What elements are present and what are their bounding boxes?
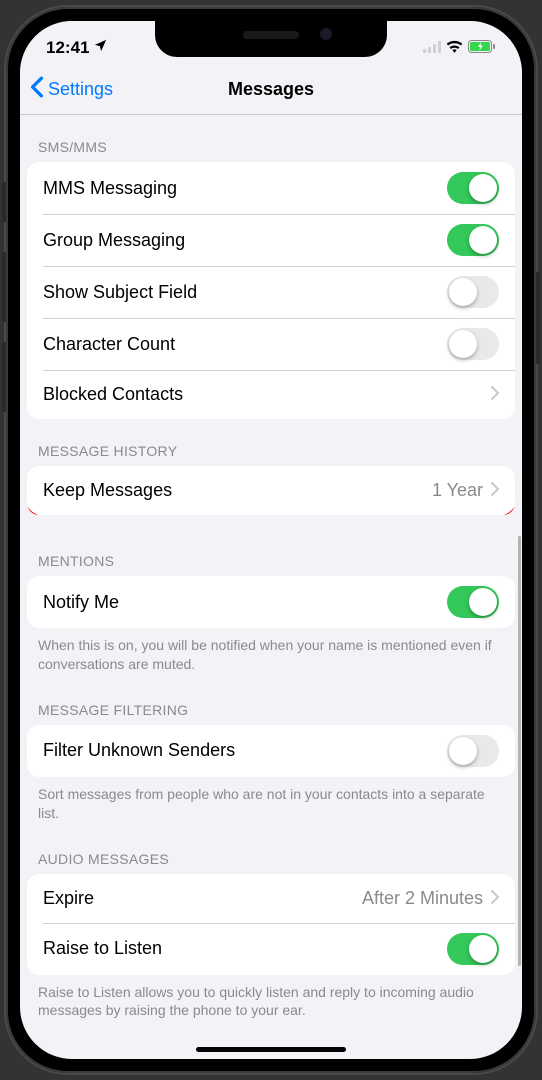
cell-label: Blocked Contacts bbox=[43, 384, 491, 405]
row-filter-unknown[interactable]: Filter Unknown Senders bbox=[27, 725, 515, 777]
cell-value: 1 Year bbox=[432, 480, 483, 501]
section-header-filtering: MESSAGE FILTERING bbox=[20, 678, 522, 725]
cell-label: Expire bbox=[43, 888, 362, 909]
section-header-mentions: MENTIONS bbox=[20, 515, 522, 576]
nav-bar: Settings Messages bbox=[20, 65, 522, 115]
back-label: Settings bbox=[48, 79, 113, 100]
cell-label: Show Subject Field bbox=[43, 282, 447, 303]
chevron-right-icon bbox=[491, 480, 499, 501]
chevron-right-icon bbox=[491, 888, 499, 909]
battery-icon bbox=[468, 38, 496, 58]
chevron-left-icon bbox=[30, 76, 44, 103]
cell-label: Keep Messages bbox=[43, 480, 432, 501]
switch-filter[interactable] bbox=[447, 735, 499, 767]
row-mms-messaging[interactable]: MMS Messaging bbox=[27, 162, 515, 214]
row-raise-to-listen[interactable]: Raise to Listen bbox=[27, 923, 515, 975]
wifi-icon bbox=[446, 38, 463, 58]
row-character-count[interactable]: Character Count bbox=[27, 318, 515, 370]
switch-char[interactable] bbox=[447, 328, 499, 360]
group-mentions: Notify Me bbox=[27, 576, 515, 628]
cell-label: Filter Unknown Senders bbox=[43, 740, 447, 761]
cell-label: Group Messaging bbox=[43, 230, 447, 251]
switch-raise[interactable] bbox=[447, 933, 499, 965]
switch-group[interactable] bbox=[447, 224, 499, 256]
section-footer-filtering: Sort messages from people who are not in… bbox=[20, 777, 522, 827]
group-sms: MMS Messaging Group Messaging Show Subje… bbox=[27, 162, 515, 419]
cell-label: Raise to Listen bbox=[43, 938, 447, 959]
screen: 12:41 Se bbox=[20, 21, 522, 1059]
switch-notify[interactable] bbox=[447, 586, 499, 618]
cell-label: Character Count bbox=[43, 334, 447, 355]
cell-value: After 2 Minutes bbox=[362, 888, 483, 909]
notch bbox=[155, 21, 387, 57]
scroll-indicator bbox=[518, 536, 521, 966]
cell-label: MMS Messaging bbox=[43, 178, 447, 199]
row-notify-me[interactable]: Notify Me bbox=[27, 576, 515, 628]
status-time: 12:41 bbox=[46, 38, 89, 58]
section-header-sms: SMS/MMS bbox=[20, 115, 522, 162]
group-filtering: Filter Unknown Senders bbox=[27, 725, 515, 777]
section-header-history: MESSAGE HISTORY bbox=[20, 419, 522, 466]
section-header-audio: AUDIO MESSAGES bbox=[20, 827, 522, 874]
signal-icon bbox=[423, 38, 441, 58]
group-audio: Expire After 2 Minutes Raise to Listen bbox=[27, 874, 515, 975]
section-footer-mentions: When this is on, you will be notified wh… bbox=[20, 628, 522, 678]
phone-frame: 12:41 Se bbox=[6, 7, 536, 1073]
cell-label: Notify Me bbox=[43, 592, 447, 613]
row-show-subject-field[interactable]: Show Subject Field bbox=[27, 266, 515, 318]
section-footer-audio: Raise to Listen allows you to quickly li… bbox=[20, 975, 522, 1025]
back-button[interactable]: Settings bbox=[30, 76, 113, 103]
row-blocked-contacts[interactable]: Blocked Contacts bbox=[27, 370, 515, 419]
row-group-messaging[interactable]: Group Messaging bbox=[27, 214, 515, 266]
content-scroll[interactable]: SMS/MMS MMS Messaging Group Messaging Sh… bbox=[20, 115, 522, 1049]
location-icon bbox=[93, 38, 108, 58]
row-expire[interactable]: Expire After 2 Minutes bbox=[27, 874, 515, 923]
chevron-right-icon bbox=[491, 384, 499, 405]
switch-subject[interactable] bbox=[447, 276, 499, 308]
row-keep-messages[interactable]: Keep Messages 1 Year bbox=[27, 466, 515, 515]
group-history: Keep Messages 1 Year bbox=[27, 466, 515, 515]
switch-mms[interactable] bbox=[447, 172, 499, 204]
home-indicator[interactable] bbox=[196, 1047, 346, 1052]
